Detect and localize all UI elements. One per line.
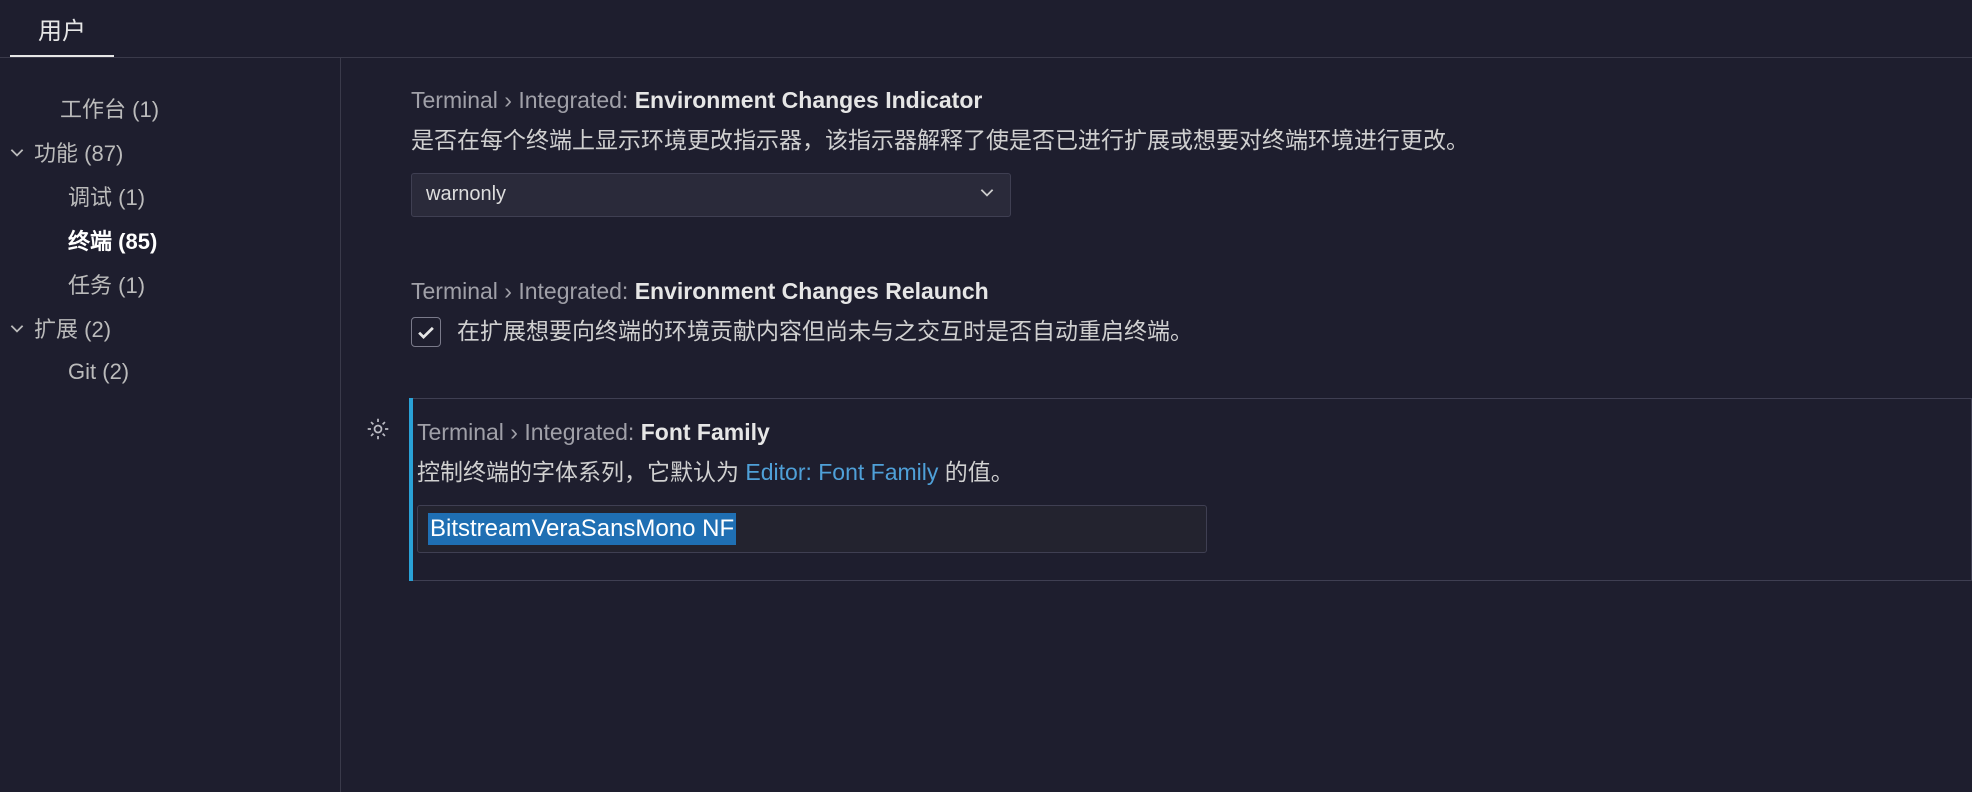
toc-git-count: (2) — [102, 359, 129, 384]
toc-extensions-count: (2) — [84, 317, 111, 342]
setting-description: 是否在每个终端上显示环境更改指示器，该指示器解释了使是否已进行扩展或想要对终端环… — [411, 122, 1972, 159]
input-font-family-value: BitstreamVeraSansMono NF — [428, 513, 736, 545]
setting-title: Terminal › Integrated: Environment Chang… — [411, 275, 1972, 307]
toc-terminal-count: (85) — [118, 229, 157, 254]
setting-env-changes-relaunch: Terminal › Integrated: Environment Chang… — [411, 269, 1972, 368]
toc-item-workbench[interactable]: 工作台 (1) — [0, 86, 340, 130]
toc-item-tasks[interactable]: 任务 (1) — [0, 262, 340, 306]
setting-gear-button[interactable] — [365, 416, 391, 447]
toc-extensions-label: 扩展 — [34, 317, 78, 342]
input-font-family[interactable]: BitstreamVeraSansMono NF — [417, 505, 1207, 553]
toc-item-debug[interactable]: 调试 (1) — [0, 174, 340, 218]
toc-debug-label: 调试 — [68, 185, 112, 210]
tab-user[interactable]: 用户 — [10, 0, 114, 57]
scrollbar-vertical[interactable] — [1954, 58, 1972, 792]
chevron-down-icon — [0, 319, 34, 337]
toc-git-label: Git — [68, 359, 96, 384]
desc-post: 的值。 — [938, 459, 1013, 485]
setting-description: 控制终端的字体系列，它默认为 Editor: Font Family 的值。 — [417, 454, 1972, 491]
select-value: warnonly — [426, 183, 506, 206]
setting-font-family: Terminal › Integrated: Font Family 控制终端的… — [411, 398, 1972, 581]
setting-scope: Terminal › Integrated: — [411, 278, 635, 304]
toc-item-terminal[interactable]: 终端 (85) — [0, 218, 340, 262]
toc-debug-count: (1) — [118, 185, 145, 210]
setting-name: Font Family — [641, 419, 770, 445]
checkbox-row: 在扩展想要向终端的环境贡献内容但尚未与之交互时是否自动重启终端。 — [411, 313, 1972, 350]
check-icon — [415, 321, 437, 343]
setting-scope: Terminal › Integrated: — [417, 419, 641, 445]
select-env-changes-indicator[interactable]: warnonly — [411, 173, 1011, 217]
toc-item-git[interactable]: Git (2) — [0, 350, 340, 394]
setting-title: Terminal › Integrated: Font Family — [417, 416, 1972, 448]
setting-name: Environment Changes Indicator — [635, 87, 983, 113]
settings-content: Terminal › Integrated: Environment Chang… — [340, 58, 1972, 792]
setting-title: Terminal › Integrated: Environment Chang… — [411, 84, 1972, 116]
focus-indicator — [409, 398, 413, 581]
setting-description: 在扩展想要向终端的环境贡献内容但尚未与之交互时是否自动重启终端。 — [457, 313, 1193, 350]
settings-layout: 工作台 (1) 功能 (87) 调试 (1) 终端 (85) — [0, 58, 1972, 792]
tab-user-label: 用户 — [38, 11, 86, 46]
settings-tab-strip: 用户 — [0, 0, 1972, 58]
toc-workbench-count: (1) — [132, 97, 159, 122]
toc-item-features[interactable]: 功能 (87) — [0, 130, 340, 174]
checkbox-env-changes-relaunch[interactable] — [411, 317, 441, 347]
setting-scope: Terminal › Integrated: — [411, 87, 635, 113]
chevron-down-icon — [978, 183, 996, 207]
toc-tasks-count: (1) — [118, 273, 145, 298]
toc-features-label: 功能 — [34, 141, 78, 166]
toc-tasks-label: 任务 — [68, 273, 112, 298]
toc-terminal-label: 终端 — [68, 229, 112, 254]
settings-toc: 工作台 (1) 功能 (87) 调试 (1) 终端 (85) — [0, 58, 340, 792]
gear-icon — [365, 416, 391, 442]
setting-env-changes-indicator: Terminal › Integrated: Environment Chang… — [411, 78, 1972, 235]
toc-item-extensions[interactable]: 扩展 (2) — [0, 306, 340, 350]
chevron-down-icon — [0, 143, 34, 161]
toc-workbench-label: 工作台 — [60, 97, 126, 122]
setting-name: Environment Changes Relaunch — [635, 278, 989, 304]
toc-features-count: (87) — [84, 141, 123, 166]
link-editor-font-family[interactable]: Editor: Font Family — [745, 459, 938, 485]
desc-pre: 控制终端的字体系列，它默认为 — [417, 459, 745, 485]
